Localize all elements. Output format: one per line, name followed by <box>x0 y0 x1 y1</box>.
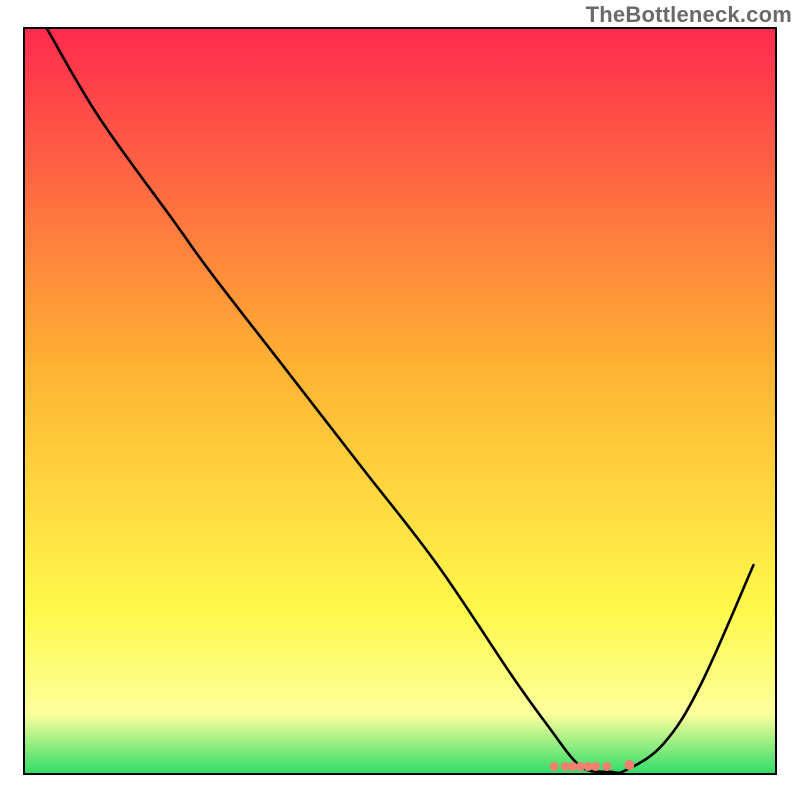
optimum-marker <box>624 760 634 770</box>
optimum-marker <box>550 762 559 771</box>
optimum-marker <box>602 762 611 771</box>
chart-container: TheBottleneck.com <box>0 0 800 800</box>
optimum-marker <box>591 762 600 771</box>
watermark-text: TheBottleneck.com <box>586 2 792 28</box>
plot-background <box>24 28 776 774</box>
bottleneck-chart <box>0 0 800 800</box>
